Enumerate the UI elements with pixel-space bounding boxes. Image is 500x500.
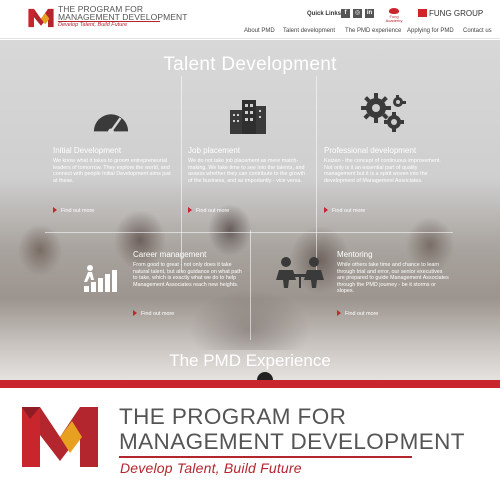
talent-development-hero: Talent Development Initial Development W… <box>0 40 500 385</box>
card-title-career: Career management <box>133 250 207 259</box>
link-label: Find out more <box>345 311 379 317</box>
arrow-right-icon <box>337 310 341 316</box>
grid-divider <box>45 232 453 233</box>
pmd-logo-icon[interactable] <box>27 6 55 30</box>
gears-icon <box>361 93 406 132</box>
logo-large-divider <box>119 456 412 458</box>
find-out-more-link[interactable]: Find out more <box>337 310 378 317</box>
site-header: THE PROGRAM FOR MANAGEMENT DEVELOPMENT D… <box>0 0 500 40</box>
fung-group-link[interactable]: FUNG GROUP <box>418 9 483 18</box>
card-text-professional: Kaizen - the concept of continuous impro… <box>324 158 441 184</box>
facebook-icon[interactable]: f <box>341 9 350 18</box>
logo-large-line2: MANAGEMENT DEVELOPMENT <box>119 429 465 454</box>
card-title-mentoring: Mentoring <box>337 250 373 259</box>
nav-contact-us[interactable]: Contact us <box>463 28 492 34</box>
find-out-more-link[interactable]: Find out more <box>133 310 174 317</box>
fung-academy-label: Fung Academy <box>385 14 403 23</box>
link-label: Find out more <box>141 311 175 317</box>
nav-applying[interactable]: Applying for PMD <box>407 28 454 34</box>
arrow-right-icon <box>188 207 192 213</box>
logo-tagline: Develop Talent, Build Future <box>58 22 128 28</box>
speedometer-icon <box>93 114 129 134</box>
nav-about-pmd[interactable]: About PMD <box>244 28 275 34</box>
nav-pmd-experience[interactable]: The PMD experience <box>345 28 401 34</box>
link-label: Find out more <box>196 208 230 214</box>
find-out-more-link[interactable]: Find out more <box>188 207 229 214</box>
instagram-icon[interactable]: ◎ <box>353 9 362 18</box>
arrow-right-icon <box>324 207 328 213</box>
fung-group-label: FUNG GROUP <box>429 9 484 18</box>
arrow-right-icon <box>53 207 57 213</box>
logo-line2: MANAGEMENT DEVELOPMENT <box>58 12 188 22</box>
card-text-career: From good to great - not only does it ta… <box>133 262 242 288</box>
card-title-initial: Initial Development <box>53 146 122 155</box>
fung-group-icon <box>418 9 427 17</box>
find-out-more-link[interactable]: Find out more <box>53 207 94 214</box>
link-label: Find out more <box>61 208 95 214</box>
card-title-job: Job placement <box>188 146 241 155</box>
find-out-more-link[interactable]: Find out more <box>324 207 365 214</box>
logo-large-line1: THE PROGRAM FOR <box>119 404 347 429</box>
nav-divider <box>0 38 500 39</box>
logo-title[interactable]: THE PROGRAM FOR MANAGEMENT DEVELOPMENT <box>58 5 188 22</box>
arrow-right-icon <box>133 310 137 316</box>
pmd-logo-large-icon <box>22 407 98 467</box>
grid-divider <box>316 76 317 272</box>
linkedin-icon[interactable]: in <box>365 9 374 18</box>
buildings-icon <box>230 100 266 134</box>
card-text-job: We do not take job placement as mere mat… <box>188 158 306 184</box>
red-band <box>0 380 500 388</box>
link-label: Find out more <box>332 208 366 214</box>
card-text-initial: We know what it takes to groom entrepren… <box>53 158 171 184</box>
section-title: Talent Development <box>163 54 337 75</box>
quick-links-label: Quick Links <box>307 11 342 17</box>
nav-talent-development[interactable]: Talent development <box>283 28 335 34</box>
grid-divider <box>181 76 182 272</box>
grid-divider <box>250 230 251 340</box>
logo-large-tagline: Develop Talent, Build Future <box>120 460 302 476</box>
mentoring-icon <box>276 257 324 288</box>
card-text-mentoring: While others take time and chance to lea… <box>337 262 449 295</box>
fung-academy-link[interactable]: Fung Academy <box>381 8 407 23</box>
card-title-professional: Professional development <box>324 146 417 155</box>
stairs-climb-icon <box>84 265 117 292</box>
logo-title-large: THE PROGRAM FOR MANAGEMENT DEVELOPMENT <box>119 404 465 454</box>
section-title-pmd-experience: The PMD Experience <box>169 351 331 370</box>
